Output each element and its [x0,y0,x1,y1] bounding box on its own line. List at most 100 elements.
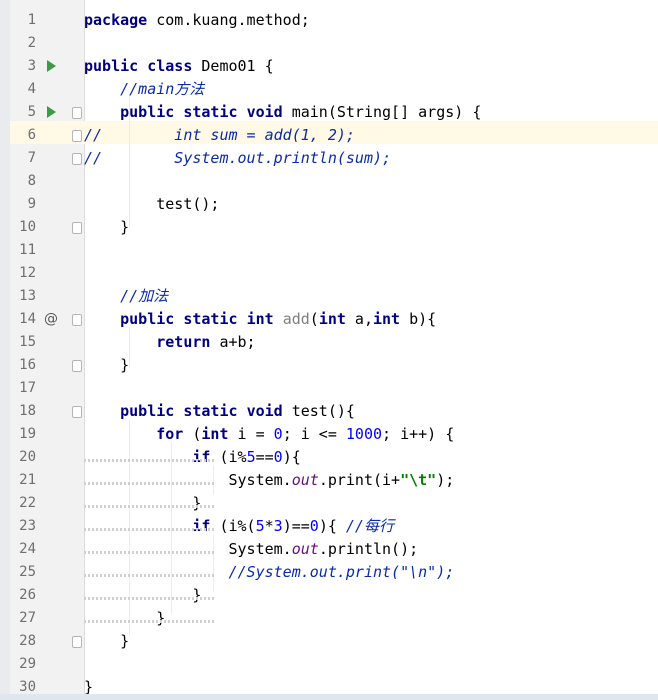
code-line[interactable]: 17 [10,377,658,400]
run-gutter-icon[interactable] [47,60,56,72]
code-token: } [84,586,202,604]
line-number: 29 [19,656,36,672]
code-token: System. [84,540,292,558]
code-text[interactable]: // System.out.println(sum); [84,147,391,170]
code-token: // [84,149,103,167]
code-line[interactable]: 26 } [10,584,658,607]
code-line[interactable]: 15 return a+b; [10,331,658,354]
code-line[interactable]: 6 // int sum = add(1, 2); [10,124,658,147]
code-line[interactable]: 24 System.out.println(); [10,538,658,561]
code-token: out [291,540,319,558]
fold-icon[interactable] [72,107,82,119]
code-text[interactable]: } [84,607,165,630]
code-text[interactable]: } [84,584,201,607]
code-line[interactable]: 1 package com.kuang.method; [10,9,658,32]
code-line[interactable]: 28 } [10,630,658,653]
code-text[interactable]: } [84,354,129,377]
code-text[interactable]: //System.out.print("\n"); [84,561,455,584]
line-number: 11 [19,242,36,258]
code-line[interactable]: 21 System.out.print(i+"\t"); [10,469,658,492]
code-line[interactable]: 14 @ public static int add(int a,int b){ [10,308,658,331]
line-number: 10 [19,219,36,235]
code-line[interactable]: 16 } [10,354,658,377]
code-line[interactable]: 29 [10,653,658,676]
code-line[interactable]: 23 if (i%(5*3)==0){ //每行 [10,515,658,538]
code-line[interactable]: 19 for (int i = 0; i <= 1000; i++) { [10,423,658,446]
line-number: 7 [27,150,36,166]
code-text[interactable]: if (i%(5*3)==0){ //每行 [84,515,394,538]
code-text[interactable]: public static int add(int a,int b){ [84,308,436,331]
code-text[interactable]: // int sum = add(1, 2); [84,124,355,147]
fold-icon[interactable] [72,153,82,165]
line-number: 24 [19,541,36,557]
code-line[interactable]: 25 //System.out.print("\n"); [10,561,658,584]
code-token: public [120,103,175,121]
code-line[interactable]: 10 } [10,216,658,239]
code-line[interactable]: 12 [10,262,658,285]
code-token: test(); [84,195,220,213]
code-line[interactable]: 18 public static void test(){ [10,400,658,423]
code-text[interactable]: } [84,630,129,653]
line-number: 21 [19,472,36,488]
code-token: // [84,126,103,144]
run-gutter-icon[interactable] [47,106,56,118]
fold-icon[interactable] [72,406,82,418]
code-token: ( [309,310,319,328]
code-line[interactable]: 22 } [10,492,658,515]
code-token: package [84,11,148,29]
code-text[interactable]: public static void main(String[] args) { [84,101,481,124]
code-text[interactable]: package com.kuang.method; [84,9,310,32]
code-editor[interactable]: 1 package com.kuang.method; 2 3 public class… [0,0,658,700]
code-token: static [183,402,238,420]
code-text[interactable]: public static void test(){ [84,400,355,423]
code-text[interactable]: System.out.println(); [84,538,418,561]
code-token: "\t" [400,471,437,489]
code-line[interactable]: 3 public class Demo01 { [10,55,658,78]
code-text[interactable]: return a+b; [84,331,255,354]
annotation-icon[interactable]: @ [44,308,58,331]
code-token: 0 [309,517,319,535]
code-text[interactable]: public class Demo01 { [84,55,274,78]
code-token: 1000 [345,425,383,443]
code-line[interactable]: 7 // System.out.println(sum); [10,147,658,170]
code-token: test(){ [282,402,355,420]
code-token: public [120,310,175,328]
code-token: if [192,448,211,466]
code-line[interactable]: 4 //main方法 [10,78,658,101]
code-text[interactable]: if (i%5==0){ [84,446,300,469]
code-token: ; i++) { [382,425,455,443]
code-token: public [120,402,175,420]
code-line[interactable]: 2 [10,32,658,55]
code-token: add [282,310,310,328]
code-token: 0 [273,448,283,466]
fold-icon[interactable] [72,314,82,326]
code-token: ( [183,425,202,443]
code-line[interactable]: 27 } [10,607,658,630]
code-text[interactable]: System.out.print(i+"\t"); [84,469,454,492]
code-text[interactable]: for (int i = 0; i <= 1000; i++) { [84,423,454,446]
code-line[interactable]: 8 [10,170,658,193]
code-line[interactable]: 11 [10,239,658,262]
fold-icon[interactable] [72,636,82,648]
code-text[interactable]: } [84,216,129,239]
code-token: //加法 [120,287,169,305]
code-line[interactable]: 20 if (i%5==0){ [10,446,658,469]
fold-icon[interactable] [72,130,82,142]
code-line[interactable]: 5 public static void main(String[] args)… [10,101,658,124]
code-text[interactable]: //加法 [84,285,168,308]
code-token: a, [345,310,373,328]
code-token: out [291,471,319,489]
fold-icon[interactable] [72,222,82,234]
fold-icon[interactable] [72,360,82,372]
code-token: 5 [255,517,265,535]
code-line[interactable]: 9 test(); [10,193,658,216]
code-line[interactable]: 13 //加法 [10,285,658,308]
line-number: 26 [19,587,36,603]
code-text[interactable]: //main方法 [84,78,204,101]
code-text[interactable]: } [84,492,201,515]
code-text[interactable]: test(); [84,193,219,216]
